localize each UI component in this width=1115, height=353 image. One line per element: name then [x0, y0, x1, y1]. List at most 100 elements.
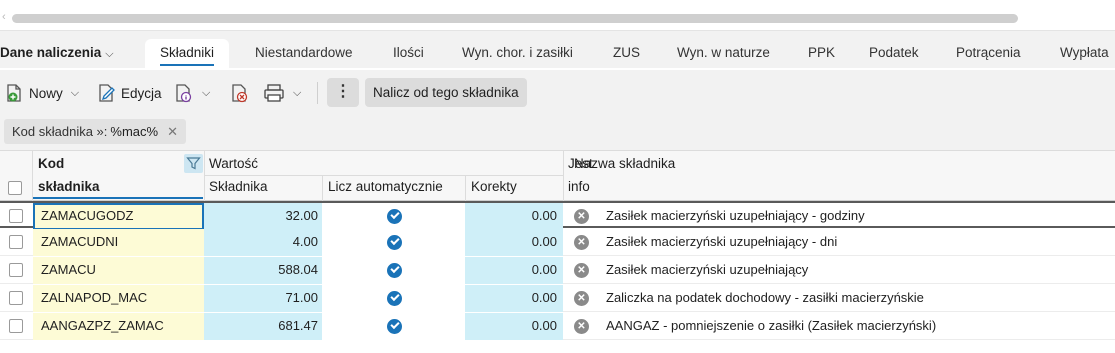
chevron-down-icon[interactable]: ⌵	[293, 87, 301, 100]
table-row[interactable]: AANGAZPZ_ZAMAC 681.47 0.00 ✕ AANGAZ - pomnie…	[0, 313, 1115, 340]
tab-skladniki[interactable]: Składniki	[145, 39, 230, 70]
tab-wyn-chor-zasilki[interactable]: Wyn. chor. i zasiłki	[462, 45, 573, 60]
check-circle-icon	[387, 209, 402, 224]
cell-value[interactable]: 32.00	[204, 203, 322, 230]
sort-indicator	[33, 197, 203, 199]
chevron-down-icon[interactable]: ⌵	[202, 87, 210, 100]
table-row[interactable]: ZAMACUGODZ 32.00 0.00 ✕ Zasiłek macierzyński…	[0, 201, 1115, 230]
cell-info: ✕	[563, 313, 599, 340]
header-korekty[interactable]: Korekty	[471, 179, 517, 194]
new-document-icon	[5, 83, 25, 103]
cell-auto-calc[interactable]	[322, 203, 465, 230]
cell-auto-calc[interactable]	[322, 229, 465, 256]
header-kod-top[interactable]: Kod	[38, 156, 64, 171]
header-divider	[563, 151, 564, 201]
scrollbar-thumb[interactable]	[12, 14, 1018, 23]
cell-value[interactable]: 71.00	[204, 285, 322, 312]
cell-info: ✕	[563, 257, 599, 284]
x-circle-icon: ✕	[574, 235, 589, 250]
header-divider	[322, 176, 323, 201]
chevron-down-icon[interactable]: ⌵	[71, 87, 79, 100]
header-kod-bottom[interactable]: składnika	[38, 179, 100, 194]
tab-dropdown-label: Dane naliczenia	[0, 45, 102, 60]
tab-potracenia[interactable]: Potrącenia	[956, 45, 1021, 60]
tab-wyn-w-naturze[interactable]: Wyn. w naturze	[677, 45, 770, 60]
row-checkbox[interactable]	[9, 263, 23, 277]
row-checkbox[interactable]	[9, 319, 23, 333]
close-icon[interactable]: ✕	[167, 124, 178, 140]
cell-auto-calc[interactable]	[322, 285, 465, 312]
cell-correction[interactable]: 0.00	[465, 229, 563, 256]
edit-document-icon	[97, 83, 117, 103]
vertical-ellipsis-icon: ⋮	[335, 83, 351, 100]
cell-code[interactable]: ZAMACUDNI	[33, 229, 204, 256]
cell-name[interactable]: Zaliczka na podatek dochodowy - zasiłki …	[599, 285, 1115, 312]
row-checkbox[interactable]	[9, 209, 23, 223]
cell-code[interactable]: ZALNAPOD_MAC	[33, 285, 204, 312]
cell-name[interactable]: Zasiłek macierzyński uzupełniający - god…	[599, 203, 1115, 230]
print-button[interactable]: ⌵	[263, 80, 301, 106]
header-divider	[465, 176, 466, 201]
table-row[interactable]: ZAMACU 588.04 0.00 ✕ Zasiłek macierzyński uz…	[0, 257, 1115, 284]
cell-code[interactable]: AANGAZPZ_ZAMAC	[33, 313, 204, 340]
header-nazwa-skladnika[interactable]: Nazwa składnika	[574, 156, 675, 171]
cell-code[interactable]: ZAMACUGODZ	[33, 203, 204, 230]
tab-dropdown-dane-naliczenia[interactable]: Dane naliczenia ⌵	[0, 45, 114, 61]
cell-code[interactable]: ZAMACU	[33, 257, 204, 284]
select-all-checkbox[interactable]	[8, 181, 22, 195]
tab-wyplata[interactable]: Wypłata	[1060, 45, 1109, 60]
row-checkbox[interactable]	[9, 235, 23, 249]
edit-button[interactable]: Edycja	[97, 80, 162, 106]
tab-label: PPK	[808, 45, 836, 60]
new-button[interactable]: Nowy ⌵	[5, 80, 79, 106]
cell-auto-calc[interactable]	[322, 257, 465, 284]
tab-label: Wyn. chor. i zasiłki	[462, 45, 573, 60]
cell-auto-calc[interactable]	[322, 313, 465, 340]
tab-label: Niestandardowe	[255, 45, 353, 60]
edit-button-label: Edycja	[121, 85, 162, 101]
tab-ilosci[interactable]: Ilości	[393, 45, 424, 60]
info-button[interactable]: ⌵	[174, 80, 210, 106]
cell-name[interactable]: Zasiłek macierzyński uzupełniający	[599, 257, 1115, 284]
check-circle-icon	[387, 263, 402, 278]
delete-button[interactable]	[230, 80, 250, 106]
header-licz-automatycznie[interactable]: Licz automatycznie	[328, 179, 443, 194]
x-circle-icon: ✕	[574, 319, 589, 334]
header-divider	[204, 151, 205, 201]
tab-label: Podatek	[869, 45, 919, 60]
tab-label: Ilości	[393, 45, 424, 60]
calculate-button-label: Nalicz od tego składnika	[373, 85, 519, 100]
document-info-icon	[174, 83, 194, 103]
filter-chip-value: %mac%	[110, 124, 159, 139]
cell-correction[interactable]: 0.00	[465, 203, 563, 230]
more-options-button[interactable]: ⋮	[327, 78, 359, 107]
cell-name[interactable]: AANGAZ - pomniejszenie o zasiłki (Zasiłe…	[599, 313, 1115, 340]
filter-chip-kod-skladnika[interactable]: Kod składnika »: %mac% ✕	[4, 119, 186, 144]
cell-name[interactable]: Zasiłek macierzyński uzupełniający - dni	[599, 229, 1115, 256]
table-row[interactable]: ZAMACUDNI 4.00 0.00 ✕ Zasiłek macierzyński u…	[0, 229, 1115, 256]
x-circle-icon: ✕	[574, 209, 589, 224]
row-checkbox[interactable]	[9, 291, 23, 305]
table-row[interactable]: ZALNAPOD_MAC 71.00 0.00 ✕ Zaliczka na podate…	[0, 285, 1115, 312]
tab-zus[interactable]: ZUS	[613, 45, 640, 60]
cell-info: ✕	[563, 229, 599, 256]
check-circle-icon	[387, 235, 402, 250]
tab-ppk[interactable]: PPK	[808, 45, 835, 60]
header-skladnika[interactable]: Składnika	[209, 179, 268, 194]
horizontal-scrollbar[interactable]: ‹	[0, 10, 1115, 27]
header-wartosc: Wartość	[209, 156, 259, 171]
cell-correction[interactable]: 0.00	[465, 313, 563, 340]
components-grid: Kod składnika Wartość Składnika Licz aut…	[0, 150, 1115, 353]
cell-value[interactable]: 681.47	[204, 313, 322, 340]
scroll-left-arrow-icon[interactable]: ‹	[2, 11, 6, 23]
cell-correction[interactable]: 0.00	[465, 285, 563, 312]
cell-info: ✕	[563, 203, 599, 230]
cell-correction[interactable]: 0.00	[465, 257, 563, 284]
header-jest-bottom[interactable]: info	[568, 179, 590, 194]
tab-niestandardowe[interactable]: Niestandardowe	[255, 45, 353, 60]
cell-value[interactable]: 4.00	[204, 229, 322, 256]
cell-value[interactable]: 588.04	[204, 257, 322, 284]
column-filter-active-icon[interactable]	[184, 154, 203, 173]
calculate-from-component-button[interactable]: Nalicz od tego składnika	[365, 78, 527, 107]
tab-podatek[interactable]: Podatek	[869, 45, 919, 60]
